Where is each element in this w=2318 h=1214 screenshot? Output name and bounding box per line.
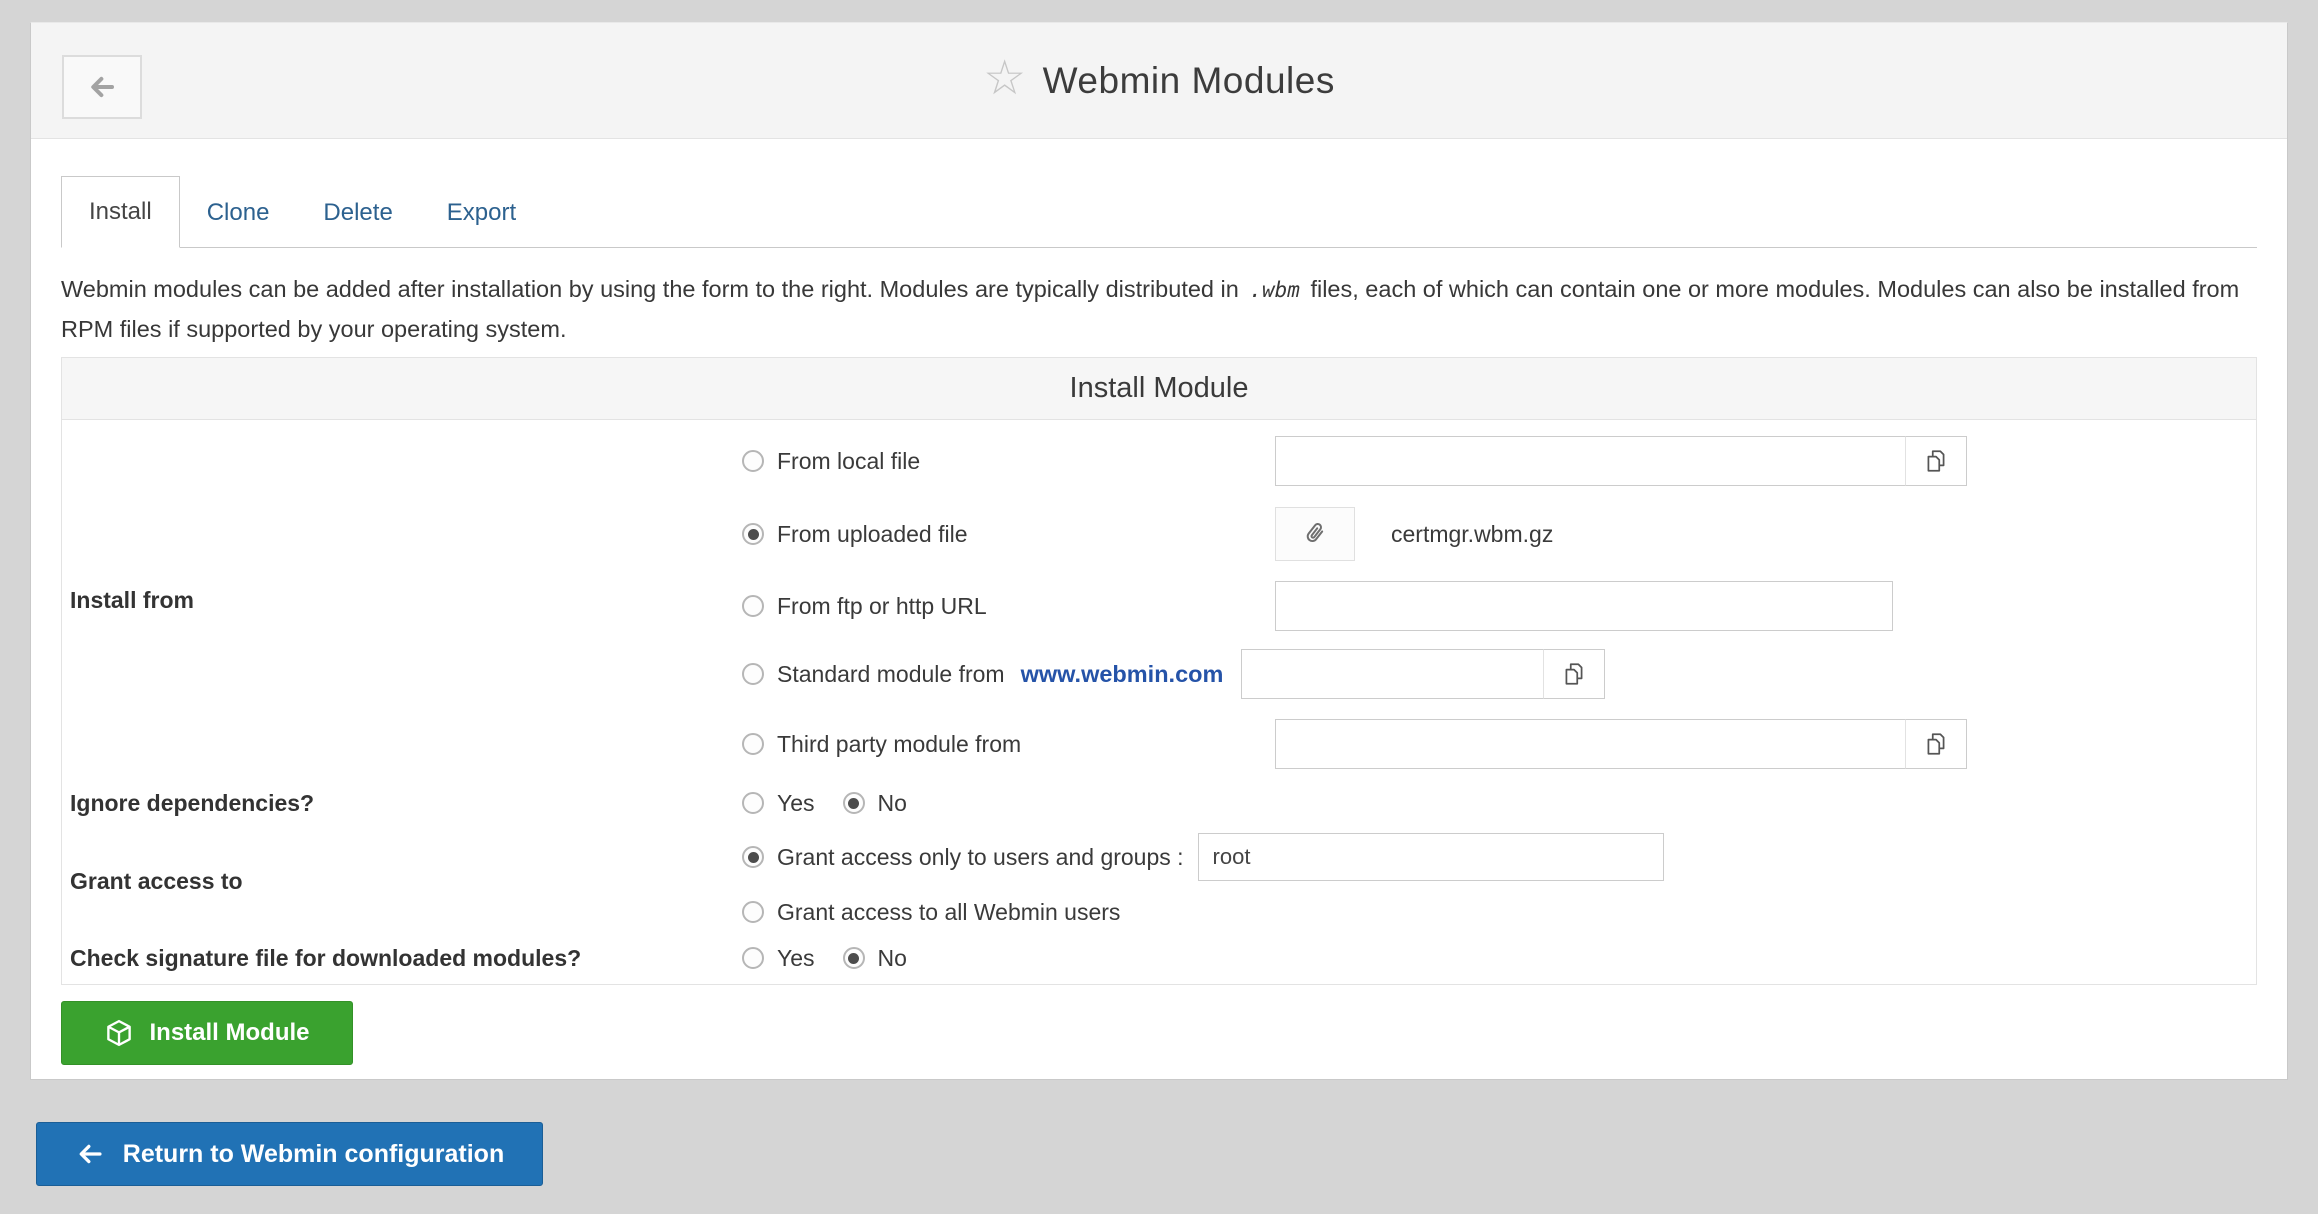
standard-module-input[interactable] bbox=[1241, 649, 1543, 699]
third-party-chooser-icon bbox=[1923, 731, 1949, 757]
grant-access-label: Grant access to bbox=[62, 826, 742, 936]
cube-icon bbox=[104, 1018, 134, 1048]
install-from-row: Install from From local file bbox=[62, 420, 2256, 780]
radio-grant-all-label: Grant access to all Webmin users bbox=[777, 899, 1120, 926]
uploaded-filename: certmgr.wbm.gz bbox=[1391, 521, 1553, 548]
check-signature-label: Check signature file for downloaded modu… bbox=[62, 936, 742, 980]
ftp-url-input[interactable] bbox=[1275, 581, 1893, 631]
wbm-extension-code: .wbm bbox=[1245, 278, 1304, 302]
option-grant-users: Grant access only to users and groups : bbox=[742, 826, 2256, 888]
radio-third-party[interactable] bbox=[742, 733, 764, 755]
radio-ftp-url[interactable] bbox=[742, 595, 764, 617]
standard-module-chooser-button[interactable] bbox=[1543, 649, 1605, 699]
page-title-text: Webmin Modules bbox=[1043, 60, 1335, 102]
install-from-label: Install from bbox=[62, 420, 742, 780]
return-arrow-icon bbox=[75, 1140, 105, 1168]
install-module-panel: Install Module Install from From local f… bbox=[61, 357, 2257, 985]
grant-users-input[interactable] bbox=[1198, 833, 1664, 881]
option-grant-all: Grant access to all Webmin users bbox=[742, 888, 2256, 936]
webmin-com-link[interactable]: www.webmin.com bbox=[1021, 661, 1224, 688]
tab-install[interactable]: Install bbox=[61, 176, 180, 248]
return-to-webmin-config-button[interactable]: Return to Webmin configuration bbox=[36, 1122, 543, 1186]
tab-clone[interactable]: Clone bbox=[180, 178, 297, 248]
radio-third-party-label: Third party module from bbox=[777, 731, 1021, 758]
grant-access-row: Grant access to Grant access only to use… bbox=[62, 826, 2256, 936]
install-module-button[interactable]: Install Module bbox=[61, 1001, 353, 1065]
radio-grant-users[interactable] bbox=[742, 846, 764, 868]
paperclip-icon bbox=[1301, 520, 1329, 548]
option-local-file: From local file bbox=[742, 420, 2256, 496]
radio-standard-module[interactable] bbox=[742, 663, 764, 685]
check-signature-row: Check signature file for downloaded modu… bbox=[62, 936, 2256, 984]
local-file-input[interactable] bbox=[1275, 436, 1905, 486]
upload-file-button[interactable] bbox=[1275, 507, 1355, 561]
radio-grant-users-label: Grant access only to users and groups : bbox=[777, 844, 1184, 871]
radio-standard-module-label: Standard module from bbox=[777, 661, 1005, 688]
module-chooser-icon bbox=[1561, 661, 1587, 687]
radio-signature-no[interactable] bbox=[843, 947, 865, 969]
page-header: ☆ Webmin Modules bbox=[31, 23, 2287, 139]
file-chooser-icon bbox=[1923, 448, 1949, 474]
radio-local-file[interactable] bbox=[742, 450, 764, 472]
radio-signature-yes[interactable] bbox=[742, 947, 764, 969]
radio-signature-no-label: No bbox=[878, 945, 907, 972]
radio-local-file-label: From local file bbox=[777, 448, 920, 475]
option-standard-module: Standard module from www.webmin.com bbox=[742, 640, 2256, 708]
radio-ignore-yes-label: Yes bbox=[777, 790, 815, 817]
ignore-dependencies-label: Ignore dependencies? bbox=[62, 780, 742, 826]
option-ftp-url: From ftp or http URL bbox=[742, 572, 2256, 640]
back-arrow-icon bbox=[85, 72, 119, 102]
local-file-chooser-button[interactable] bbox=[1905, 436, 1967, 486]
tab-delete[interactable]: Delete bbox=[296, 178, 419, 248]
page-title: ☆ Webmin Modules bbox=[983, 59, 1335, 103]
back-button[interactable] bbox=[62, 55, 142, 119]
radio-signature-yes-label: Yes bbox=[777, 945, 815, 972]
radio-uploaded-file-label: From uploaded file bbox=[777, 521, 968, 548]
radio-ignore-yes[interactable] bbox=[742, 792, 764, 814]
third-party-input[interactable] bbox=[1275, 719, 1905, 769]
intro-before: Webmin modules can be added after instal… bbox=[61, 276, 1245, 302]
third-party-chooser-button[interactable] bbox=[1905, 719, 1967, 769]
radio-ignore-no-label: No bbox=[878, 790, 907, 817]
tab-bar: Install Clone Delete Export bbox=[61, 175, 2257, 248]
tab-export[interactable]: Export bbox=[420, 178, 543, 248]
radio-grant-all[interactable] bbox=[742, 901, 764, 923]
radio-ignore-no[interactable] bbox=[843, 792, 865, 814]
panel-title: Install Module bbox=[62, 358, 2256, 420]
radio-ftp-url-label: From ftp or http URL bbox=[777, 593, 987, 620]
content-card: ☆ Webmin Modules Install Clone Delete Ex… bbox=[30, 22, 2288, 1080]
favorite-star-icon[interactable]: ☆ bbox=[983, 55, 1027, 103]
option-uploaded-file: From uploaded file certmgr.wbm.gz bbox=[742, 496, 2256, 572]
option-third-party: Third party module from bbox=[742, 708, 2256, 780]
intro-text: Webmin modules can be added after instal… bbox=[61, 270, 2257, 349]
install-module-button-label: Install Module bbox=[149, 1019, 309, 1047]
ignore-dependencies-row: Ignore dependencies? Yes No bbox=[62, 780, 2256, 826]
radio-uploaded-file[interactable] bbox=[742, 523, 764, 545]
return-button-label: Return to Webmin configuration bbox=[123, 1140, 504, 1169]
